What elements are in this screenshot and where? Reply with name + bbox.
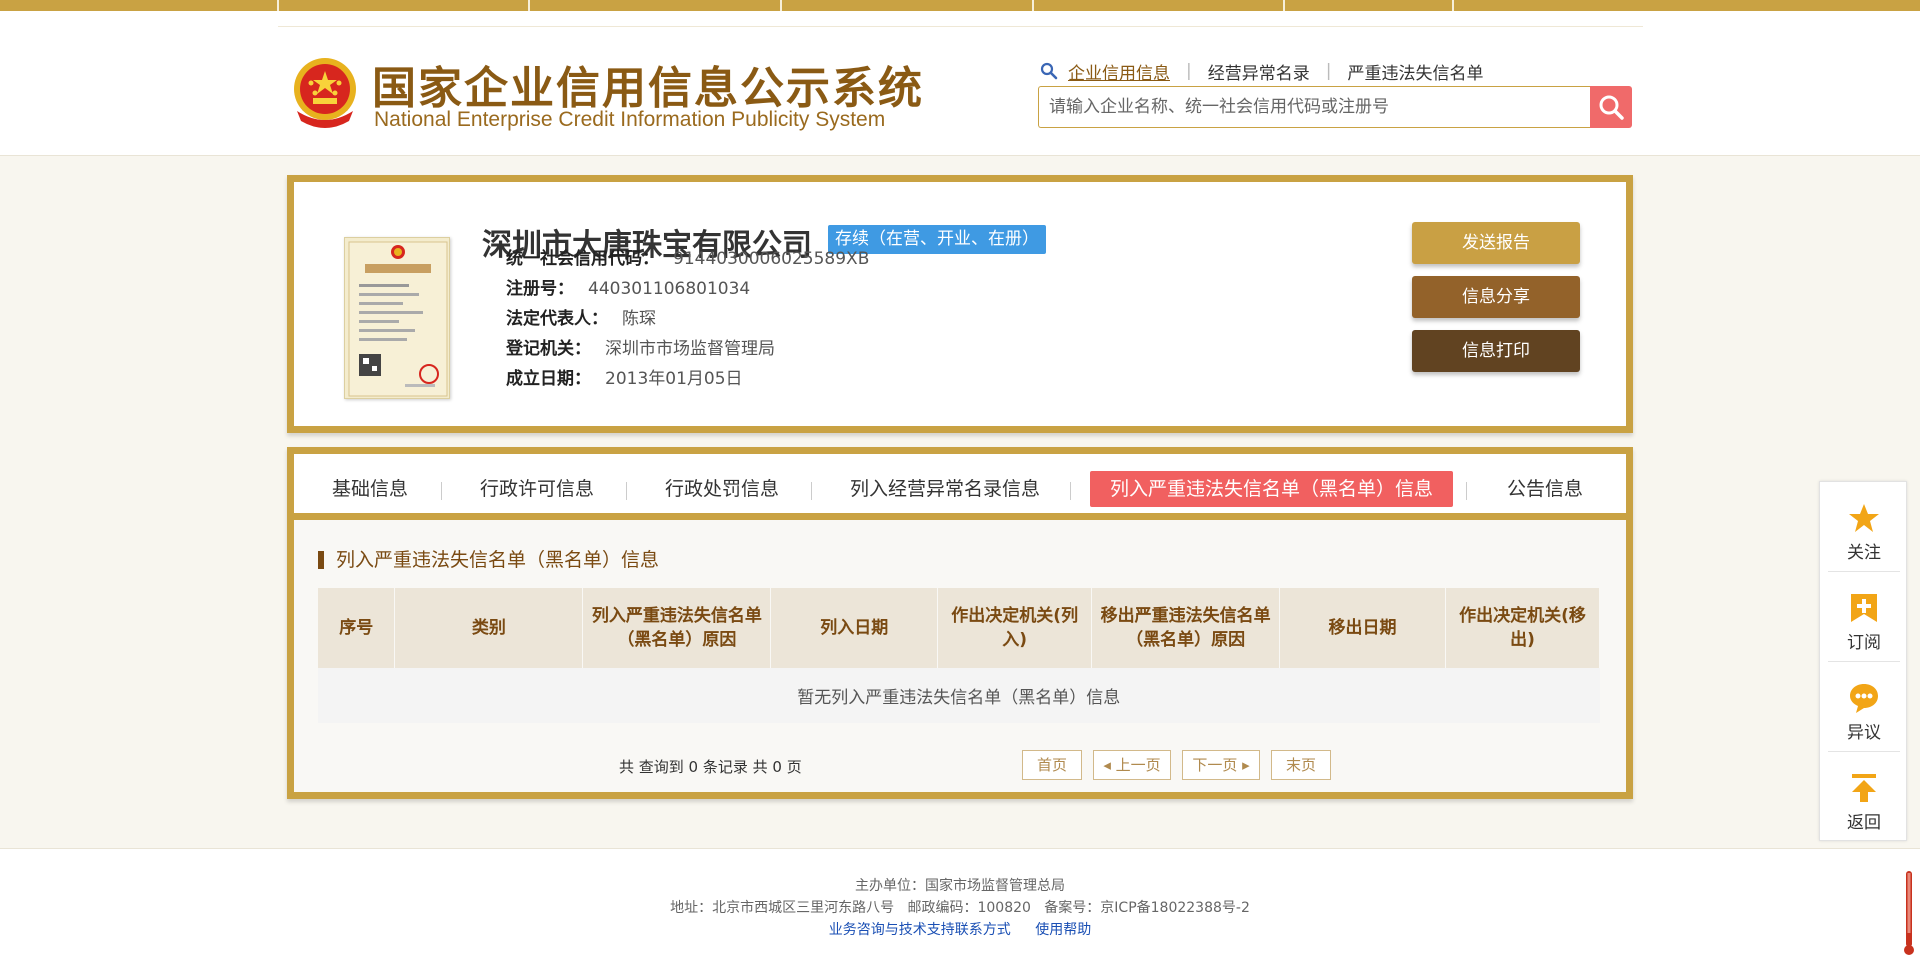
tab-admin-license[interactable]: 行政许可信息	[460, 471, 614, 507]
field-label: 登记机关：	[506, 339, 591, 359]
site-footer: 主办单位：国家市场监督管理总局 地址：北京市西城区三里河东路八号 邮政编码：10…	[0, 848, 1920, 960]
next-page-label: 下一页	[1192, 756, 1238, 774]
tab-admin-penalty[interactable]: 行政处罚信息	[645, 471, 799, 507]
detail-panel: 基础信息 行政许可信息 行政处罚信息 列入经营异常名录信息 列入严重违法失信名单…	[287, 447, 1633, 799]
prev-page-button[interactable]: ◂ 上一页	[1093, 750, 1171, 780]
chat-bubble-icon	[1850, 684, 1878, 713]
footer-address: 地址：北京市西城区三里河东路八号 邮政编码：100820 备案号：京ICP备18…	[670, 900, 1250, 916]
top-decor-strip	[0, 0, 1920, 11]
floating-toolbar: 关注 订阅 异议 返回	[1819, 481, 1907, 841]
first-page-label: 首页	[1036, 756, 1067, 774]
registration-authority-value: 深圳市市场监督管理局	[605, 339, 775, 359]
caret-left-icon: ◂	[1103, 756, 1116, 774]
national-emblem-icon	[294, 58, 356, 128]
establishment-date-value: 2013年01月05日	[605, 369, 743, 389]
table-header-row: 序号 类别 列入严重违法失信名单（黑名单）原因 列入日期 作出决定机关(列入) …	[318, 588, 1600, 668]
column-header: 序号	[318, 588, 396, 668]
column-header: 列入日期	[770, 588, 939, 668]
tab-separator	[1466, 482, 1467, 500]
field-label: 法定代表人：	[506, 309, 608, 329]
header-divider	[278, 26, 1643, 27]
search-input[interactable]	[1039, 87, 1593, 127]
help-link[interactable]: 使用帮助	[1035, 922, 1091, 938]
column-header: 类别	[394, 588, 584, 668]
credit-code-row: 统一社会信用代码： 9144030006025589XB	[506, 247, 869, 271]
search-box	[1038, 86, 1593, 128]
thermometer-icon	[1904, 871, 1914, 955]
registration-number-row: 注册号： 440301106801034	[506, 277, 750, 301]
nav-enterprise-credit[interactable]: 企业信用信息	[1068, 59, 1170, 84]
objection-label: 异议	[1847, 723, 1881, 743]
tab-bar: 基础信息 行政许可信息 行政处罚信息 列入经营异常名录信息 列入严重违法失信名单…	[294, 454, 1626, 520]
tab-blacklist[interactable]: 列入严重违法失信名单（黑名单）信息	[1090, 471, 1454, 507]
tab-separator	[441, 482, 442, 500]
footer-links: 业务咨询与技术支持联系方式 使用帮助	[0, 919, 1920, 939]
last-page-button[interactable]: 末页	[1271, 750, 1331, 780]
establishment-date-row: 成立日期： 2013年01月05日	[506, 367, 743, 391]
empty-message: 暂无列入严重违法失信名单（黑名单）信息	[318, 668, 1600, 723]
tab-announcements[interactable]: 公告信息	[1487, 471, 1603, 507]
first-page-button[interactable]: 首页	[1022, 750, 1082, 780]
tab-abnormal-list[interactable]: 列入经营异常名录信息	[830, 471, 1060, 507]
tab-separator	[1070, 482, 1071, 500]
follow-label: 关注	[1847, 543, 1881, 563]
nav-separator: |	[1186, 61, 1192, 81]
tab-separator	[626, 482, 627, 500]
support-contact-link[interactable]: 业务咨询与技术支持联系方式	[829, 922, 1011, 938]
nav-abnormal-list[interactable]: 经营异常名录	[1208, 59, 1310, 84]
legal-representative-row: 法定代表人： 陈琛	[506, 307, 656, 331]
tab-separator	[811, 482, 812, 500]
back-to-top-icon	[1852, 774, 1876, 802]
section-title: 列入严重违法失信名单（黑名单）信息	[318, 551, 659, 570]
column-header: 列入严重违法失信名单（黑名单）原因	[582, 588, 772, 668]
prev-page-label: 上一页	[1115, 756, 1161, 774]
last-page-label: 末页	[1285, 756, 1316, 774]
site-header	[0, 11, 1920, 156]
objection-button[interactable]: 异议	[1820, 662, 1908, 750]
footer-sponsor: 主办单位：国家市场监督管理总局	[855, 878, 1065, 894]
follow-button[interactable]: 关注	[1820, 482, 1908, 570]
tab-basic-info[interactable]: 基础信息	[312, 471, 428, 507]
business-license-image[interactable]	[344, 237, 450, 399]
search-button[interactable]	[1590, 86, 1632, 128]
table-row: 暂无列入严重违法失信名单（黑名单）信息	[318, 668, 1600, 723]
search-icon	[1599, 95, 1624, 120]
credit-code-value: 9144030006025589XB	[673, 249, 870, 269]
site-title-cn: 国家企业信用信息公示系统	[372, 63, 924, 114]
nav-serious-violation-list[interactable]: 严重违法失信名单	[1347, 59, 1483, 84]
business-license-icon	[348, 241, 448, 397]
subscribe-button[interactable]: 订阅	[1820, 572, 1908, 660]
blacklist-table: 序号 类别 列入严重违法失信名单（黑名单）原因 列入日期 作出决定机关(列入) …	[318, 588, 1600, 723]
share-button[interactable]: 信息分享	[1412, 276, 1580, 318]
nav-separator: |	[1325, 61, 1332, 81]
send-report-button[interactable]: 发送报告	[1412, 222, 1580, 264]
next-page-button[interactable]: 下一页 ▸	[1182, 750, 1260, 780]
star-icon	[1849, 504, 1879, 532]
company-card: 深圳市大唐珠宝有限公司 存续（在营、开业、在册） 统一社会信用代码： 914403…	[287, 175, 1633, 433]
field-label: 统一社会信用代码：	[506, 249, 659, 269]
back-label: 返回	[1847, 813, 1881, 833]
back-to-top-button[interactable]: 返回	[1820, 752, 1908, 840]
field-label: 成立日期：	[506, 369, 591, 389]
legal-representative-value: 陈琛	[622, 309, 656, 329]
column-header: 移出严重违法失信名单（黑名单）原因	[1091, 588, 1281, 668]
caret-right-icon: ▸	[1237, 756, 1250, 774]
column-header: 移出日期	[1279, 588, 1446, 668]
column-header: 作出决定机关(移出)	[1445, 588, 1600, 668]
column-header: 作出决定机关(列入)	[937, 588, 1093, 668]
bookmark-plus-icon	[1851, 594, 1877, 622]
site-title-en: National Enterprise Credit Information P…	[374, 108, 886, 131]
search-icon	[1040, 62, 1058, 80]
pager-summary: 共 查询到 0 条记录 共 0 页	[619, 758, 802, 776]
print-button[interactable]: 信息打印	[1412, 330, 1580, 372]
registration-number-value: 440301106801034	[588, 279, 751, 299]
field-label: 注册号：	[506, 279, 574, 299]
registration-authority-row: 登记机关： 深圳市市场监督管理局	[506, 337, 775, 361]
subscribe-label: 订阅	[1847, 633, 1881, 653]
top-nav: 企业信用信息 | 经营异常名录 | 严重违法失信名单	[1040, 59, 1483, 84]
